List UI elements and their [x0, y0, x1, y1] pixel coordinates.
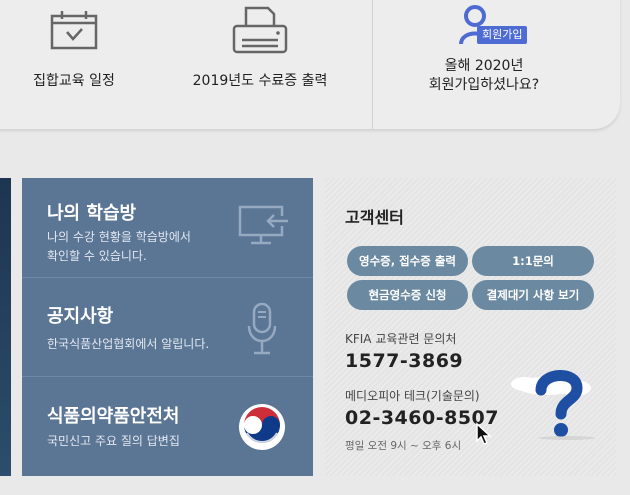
monitor-arrow-icon — [238, 205, 288, 245]
notice-desc: 한국식품산업협회에서 알립니다. — [47, 337, 210, 351]
quick-menu-panel: 집합교육 일정 2019년도 수료증 출력 회원가입 올해 2020년 회원가입… — [0, 0, 620, 129]
notice-link[interactable]: 공지사항 한국식품산업협회에서 알립니다. — [22, 277, 313, 376]
schedule-link[interactable]: 집합교육 일정 — [0, 0, 148, 129]
business-hours: 평일 오전 9시 ~ 오후 6시 — [345, 440, 462, 452]
customer-center-title: 고객센터 — [345, 208, 404, 227]
microphone-icon — [247, 302, 277, 355]
banner-edge — [0, 178, 11, 476]
join-label-line1: 올해 2020년 — [444, 58, 524, 74]
mfds-desc: 국민신고 주요 질의 답변집 — [47, 434, 180, 448]
question-mark-icon — [511, 370, 595, 440]
printer-icon — [232, 6, 288, 54]
certificate-print-link[interactable]: 2019년도 수료증 출력 — [148, 0, 372, 129]
mouse-cursor-icon — [476, 422, 492, 445]
receipt-print-button[interactable]: 영수증, 접수증 출력 — [347, 246, 468, 276]
calendar-icon — [50, 11, 98, 50]
mfds-link[interactable]: 식품의약품안전처 국민신고 주요 질의 답변집 — [22, 376, 313, 475]
join-badge: 회원가입 — [477, 26, 528, 44]
study-room-desc: 나의 수강 현황을 학습방에서 확인할 수 있습니다. — [47, 228, 191, 266]
contact1-label: KFIA 교육관련 문의처 — [345, 332, 457, 346]
info-panel: 나의 학습방 나의 수강 현황을 학습방에서 확인할 수 있습니다. 공지사항 … — [22, 178, 313, 476]
membership-join-link[interactable]: 회원가입 올해 2020년 회원가입하셨나요? — [373, 0, 595, 129]
notice-title: 공지사항 — [47, 306, 114, 327]
study-room-title: 나의 학습방 — [47, 203, 137, 224]
join-label: 올해 2020년 회원가입하셨나요? — [373, 57, 595, 95]
my-study-room-link[interactable]: 나의 학습방 나의 수강 현황을 학습방에서 확인할 수 있습니다. — [22, 178, 313, 277]
study-room-desc-line1: 나의 수강 현황을 학습방에서 — [47, 230, 191, 244]
schedule-label: 집합교육 일정 — [33, 73, 115, 89]
certificate-label: 2019년도 수료증 출력 — [192, 73, 328, 89]
study-room-desc-line2: 확인할 수 있습니다. — [47, 249, 147, 263]
contact1-phone: 1577-3869 — [345, 350, 464, 372]
cash-receipt-button[interactable]: 현금영수증 신청 — [347, 280, 468, 310]
payment-pending-button[interactable]: 결제대기 사항 보기 — [472, 280, 594, 310]
mfds-title: 식품의약품안전처 — [47, 406, 180, 427]
customer-center-panel: 고객센터 영수증, 접수증 출력 1:1문의 현금영수증 신청 결제대기 사항 … — [325, 178, 616, 476]
join-label-line2: 회원가입하셨나요? — [428, 77, 540, 93]
one-to-one-inquiry-button[interactable]: 1:1문의 — [472, 246, 594, 276]
taegeuk-icon — [239, 404, 285, 450]
contact2-label: 메디오피아 테크(기술문의) — [345, 389, 480, 403]
